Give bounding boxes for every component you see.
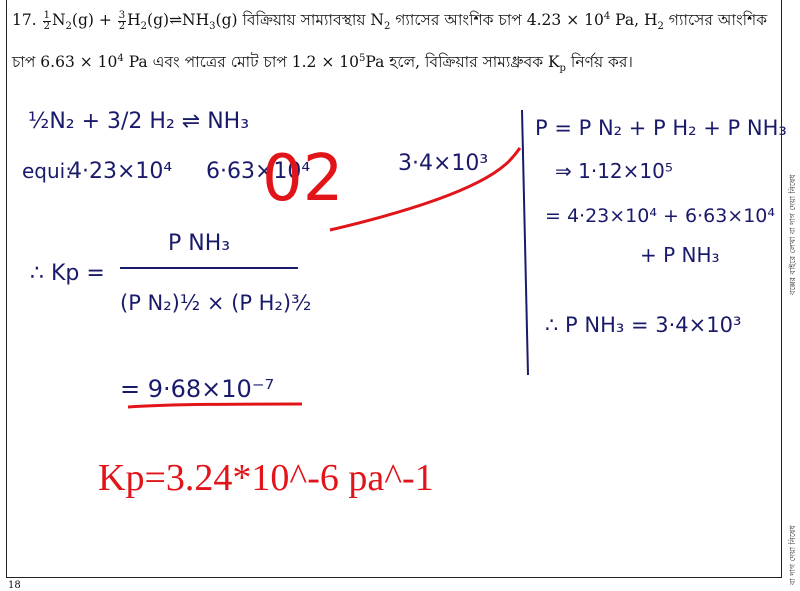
hw-kp-denominator: (P N₂)½ × (P H₂)³⁄₂ (120, 291, 311, 315)
side-note-bottom: বা দাগ দেয়া নিষেধ (788, 525, 797, 585)
hw-work-2: ⇒ 1·12×10⁵ (555, 159, 673, 183)
hw-divider (521, 109, 529, 376)
hw-p-nh3: 3·4×10³ (398, 151, 488, 176)
hw-kp-numerator: P NH₃ (168, 231, 230, 256)
red-underline (127, 402, 303, 409)
hw-equi-label: equi: (22, 159, 72, 183)
hw-p-n2: 4·23×10⁴ (68, 159, 172, 184)
hw-kp-result: = 9·68×10⁻⁷ (120, 375, 274, 403)
answer-sheet-page: 17. 1 2 N2(g) + 3 2 H2(g)⇌NH3(g) বিক্রিয়ায়… (0, 0, 800, 591)
handwritten-solution: ½N₂ + 3/2 H₂ ⇌ NH₃ equi: 4·23×10⁴ 6·63×1… (22, 109, 787, 409)
hw-work-1: P = P N₂ + P H₂ + P NH₃ (535, 116, 787, 140)
hw-work-5: ∴ P NH₃ = 3·4×10³ (545, 313, 741, 337)
typed-answer: Kp=3.24*10^-6 pa^-1 (98, 457, 434, 499)
grade-mark: 02 (262, 142, 343, 216)
next-question-number: 18 (8, 580, 21, 591)
hw-work-3: = 4·23×10⁴ + 6·63×10⁴ (545, 205, 775, 227)
hw-reaction: ½N₂ + 3/2 H₂ ⇌ NH₃ (28, 109, 249, 134)
hw-work-4: + P NH₃ (640, 243, 720, 267)
hw-kp-label: ∴ Kp = (30, 261, 105, 286)
side-note-top: বক্সের বাইরে লেখা বা দাগ দেয়া নিষেধ (788, 174, 797, 295)
